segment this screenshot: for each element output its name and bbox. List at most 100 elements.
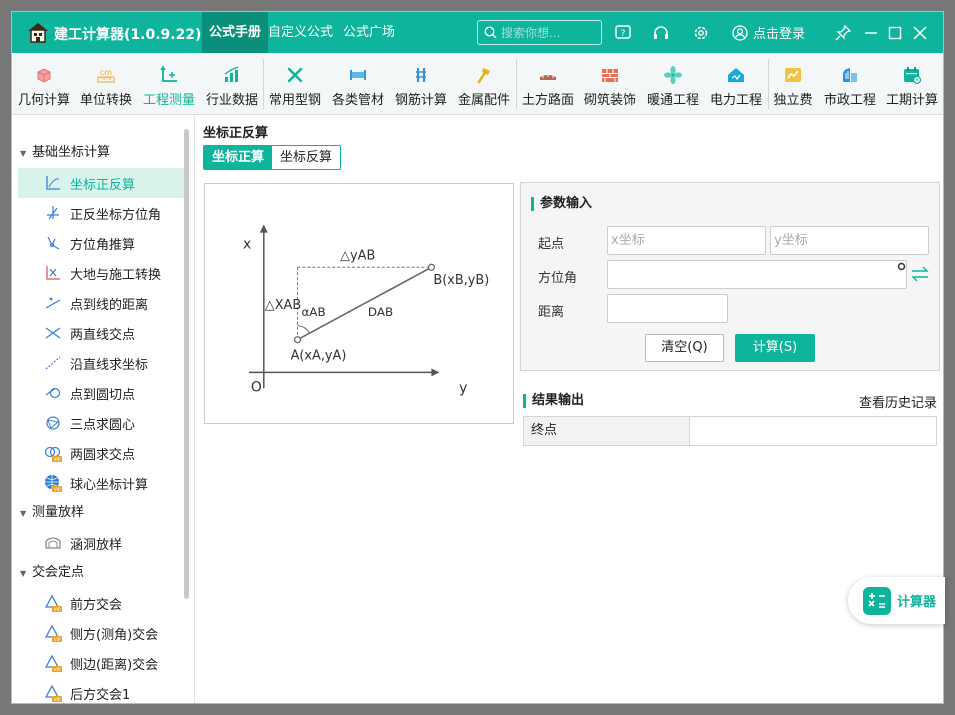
tool-rebar[interactable]: 钢筋计算 [391,53,451,115]
tool-independent-fee[interactable]: 独立费 [769,53,817,115]
maximize-icon[interactable] [886,24,904,42]
coordinate-diagram: x y O △yAB △XAB αAB DAB A(xA,yA) B(xB,yB… [204,183,514,424]
tool-schedule[interactable]: 工期计算 [882,53,942,115]
azimuth-icon [47,206,59,220]
svg-text:VIP: VIP [53,697,60,702]
municipal-icon [843,68,857,82]
title-bar: 建工计算器(1.0.9.22) 公式手册 自定义公式 公式广场 ? [12,12,943,53]
triangle-vip-icon: VIP [44,624,62,642]
tool-power[interactable]: 电力工程 [706,53,766,115]
sidebar-item-azimuth-calc[interactable]: 方位角推算 [18,228,184,258]
tool-industry-data[interactable]: 行业数据 [202,53,262,115]
toolbar-divider [516,59,517,109]
sidebar-item-sphere-center[interactable]: VIP 球心坐标计算 [18,468,184,498]
calendar-icon [904,67,922,85]
login-button[interactable]: 点击登录 [732,23,805,42]
category-toolbar: 几何计算 cm 单位转换 工程测量 行业数据 常用型钢 各类管材 钢筋计算 金属… [12,53,943,115]
sidebar-item-resection-1[interactable]: VIP 后方交会1 [18,678,184,703]
point-line-icon [45,297,61,309]
calculator-fab[interactable]: 计算器 [848,577,945,624]
search-icon [484,26,497,39]
tab-inverse-calc[interactable]: 坐标反算 [272,146,340,169]
sidebar-group-survey-layout[interactable]: ▼ 测量放样 [12,498,84,528]
sidebar-scrollbar[interactable] [184,129,189,599]
sidebar-item-side-angle-intersection[interactable]: VIP 侧方(测角)交会 [18,618,184,648]
distance-input[interactable] [607,294,728,323]
toolbar-divider [263,59,264,109]
clear-button[interactable]: 清空(Q) [645,334,724,362]
sidebar-item-geodetic-transform[interactable]: 大地与施工转换 [18,258,184,288]
search-box[interactable] [477,20,602,45]
result-key-endpoint: 终点 [524,417,690,445]
sidebar-item-line-intersection[interactable]: 两直线交点 [18,318,184,348]
help-icon[interactable]: ? [614,24,632,42]
sidebar-item-side-distance-intersection[interactable]: VIP 侧边(距离)交会 [18,648,184,678]
point-b-label: B(xB,yB) [433,273,489,288]
azimuth-label: 方位角 [538,271,578,286]
triangle-vip-icon: VIP [44,654,62,672]
sidebar-group-intersection[interactable]: ▼ 交会定点 [12,558,84,588]
start-point-label: 起点 [538,237,565,252]
history-link[interactable]: 查看历史记录 [859,392,937,411]
headset-icon[interactable] [652,24,670,42]
distance-label: DAB [368,305,393,319]
line-coord-icon [45,356,61,370]
pin-icon[interactable] [834,24,852,42]
page-title: 坐标正反算 [203,126,269,141]
tool-pipes[interactable]: 各类管材 [328,53,388,115]
origin-label: O [251,379,262,395]
x-axis-label: x [243,236,251,252]
tab-formula-square[interactable]: 公式广场 [336,12,402,53]
sidebar-item-culvert-layout[interactable]: 涵洞放样 [18,528,184,558]
sidebar-item-azimuth[interactable]: 正反坐标方位角 [18,198,184,228]
gear-icon[interactable] [692,24,710,42]
start-x-input[interactable] [607,226,766,255]
point-a-label: A(xA,yA) [291,349,347,364]
fan-icon [664,66,682,84]
axes-icon [160,65,177,82]
globe-vip-icon: VIP [45,475,62,492]
tab-forward-calc[interactable]: 坐标正算 [204,146,273,169]
start-y-input[interactable] [770,226,929,255]
result-table: 终点 [523,416,937,446]
app-logo-icon [28,23,48,43]
tool-unit-conversion[interactable]: cm 单位转换 [76,53,136,115]
tool-earthwork[interactable]: 土方路面 [518,53,578,115]
app-window: 建工计算器(1.0.9.22) 公式手册 自定义公式 公式广场 ? [11,11,944,704]
sidebar-item-coordinate-forward-inverse[interactable]: 坐标正反算 [18,168,184,198]
tangent-icon [45,387,61,399]
tool-hvac[interactable]: 暖通工程 [643,53,703,115]
close-icon[interactable] [911,24,929,42]
triangle-vip-icon: VIP [44,594,62,612]
cube-icon [37,68,51,83]
sidebar-item-forward-intersection[interactable]: VIP 前方交会 [18,588,184,618]
user-icon [732,24,748,41]
degree-icon[interactable] [897,262,906,271]
tool-masonry[interactable]: 砌筑装饰 [580,53,640,115]
tool-metal-parts[interactable]: 金属配件 [454,53,514,115]
tool-survey[interactable]: 工程测量 [139,53,199,115]
power-house-icon [728,68,744,82]
login-label: 点击登录 [753,27,806,42]
pipe-icon [350,70,366,80]
svg-text:VIP: VIP [53,457,60,462]
tab-custom-formula[interactable]: 自定义公式 [261,12,340,53]
tool-municipal[interactable]: 市政工程 [820,53,880,115]
tool-steel-sections[interactable]: 常用型钢 [265,53,325,115]
search-input[interactable] [501,25,596,40]
sidebar-item-point-to-line[interactable]: 点到线的距离 [18,288,184,318]
circles-vip-icon: VIP [44,446,62,462]
sidebar-item-circle-tangent[interactable]: 点到圆切点 [18,378,184,408]
swap-icon[interactable] [910,265,930,283]
transform-icon [46,266,60,280]
sidebar-item-three-point-circle[interactable]: 三点求圆心 [18,408,184,438]
coin-chart-icon [785,68,801,82]
tool-geometry[interactable]: 几何计算 [14,53,74,115]
sidebar-item-line-coordinate[interactable]: 沿直线求坐标 [18,348,184,378]
calculate-button[interactable]: 计算(S) [735,334,815,362]
sidebar-item-two-circle-intersection[interactable]: VIP 两圆求交点 [18,438,184,468]
azimuth-input[interactable] [607,260,907,289]
tab-formula-manual[interactable]: 公式手册 [202,12,269,53]
sidebar-group-basic-coords[interactable]: ▼ 基础坐标计算 [12,138,110,168]
minimize-icon[interactable] [862,24,880,42]
